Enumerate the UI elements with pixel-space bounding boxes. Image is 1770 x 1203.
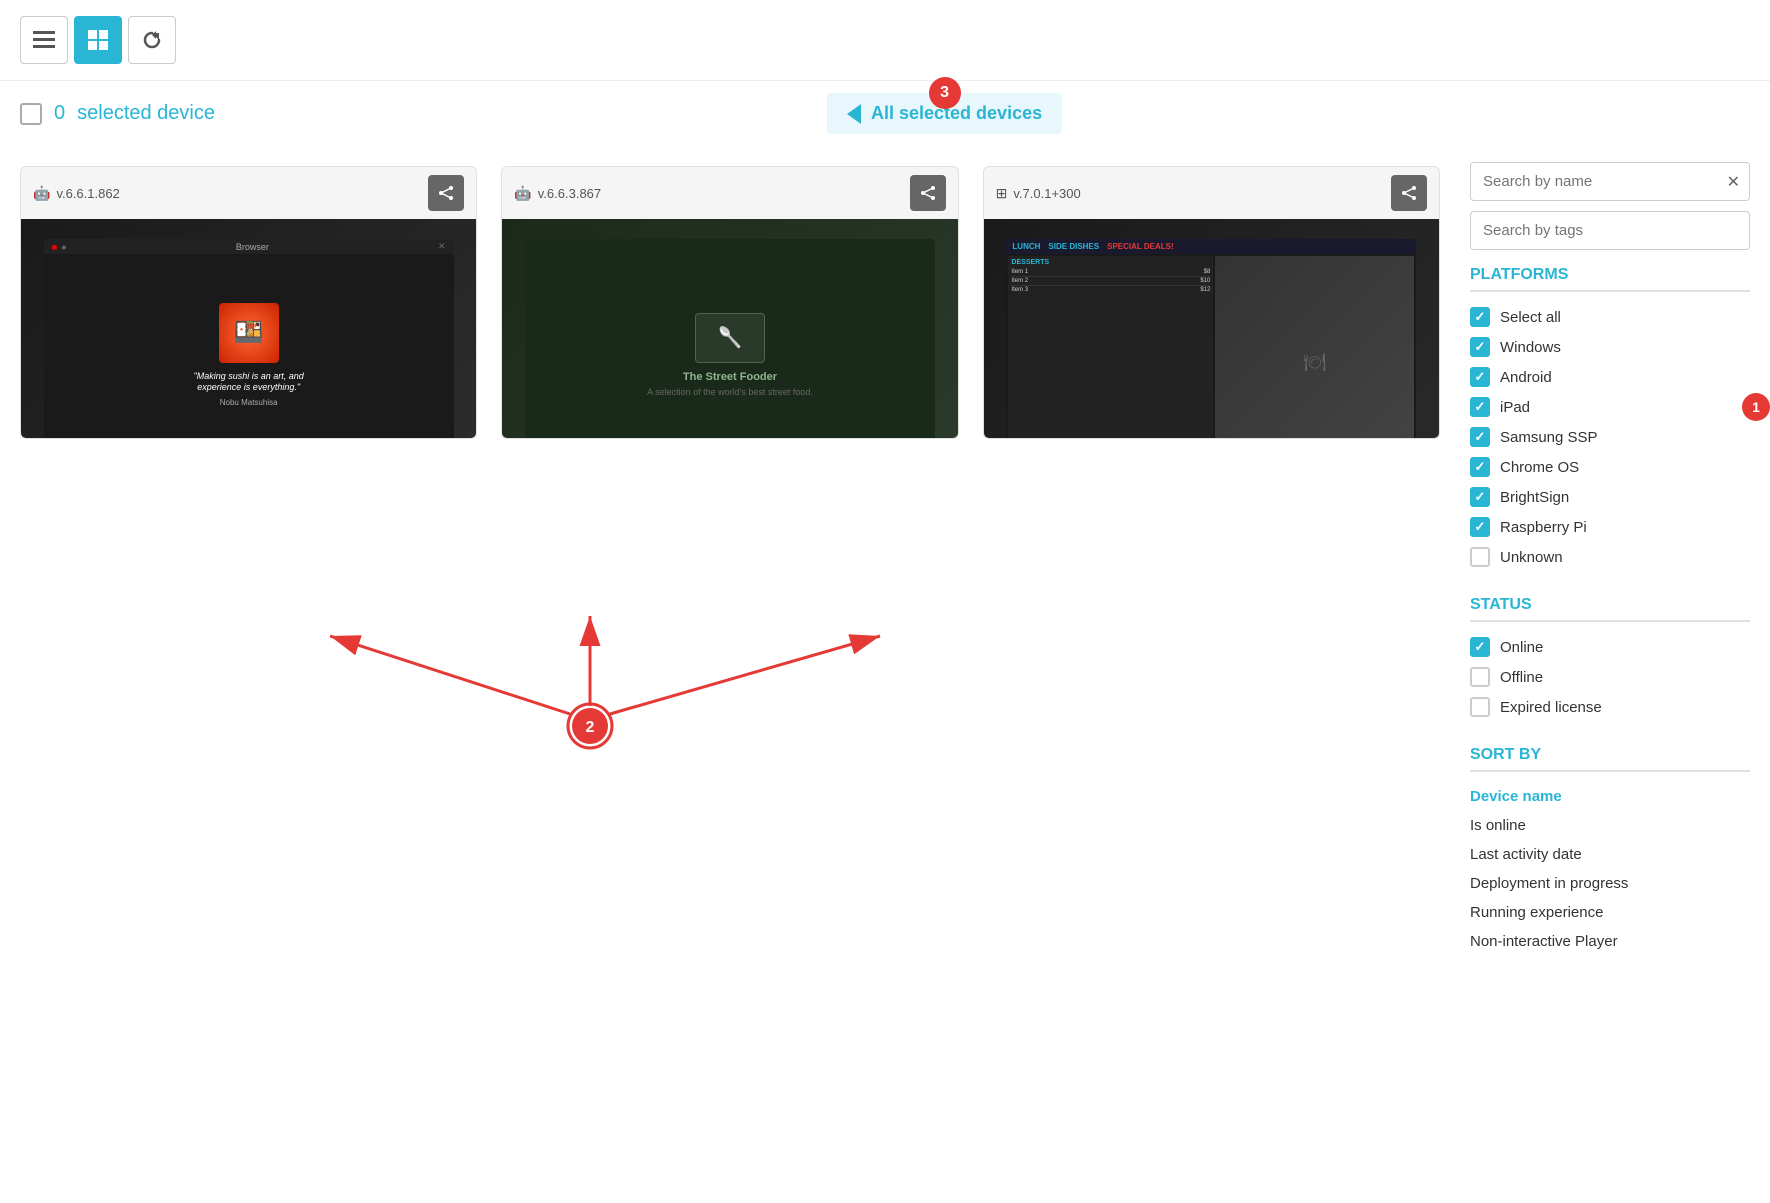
platform-ipad-label: iPad — [1500, 399, 1530, 416]
platform-icon-1: 🤖 — [33, 185, 50, 202]
share-button-1[interactable] — [428, 175, 464, 211]
sort-deployment[interactable]: Deployment in progress — [1470, 869, 1750, 898]
search-tags-input[interactable] — [1470, 211, 1750, 250]
device-version-3: v.7.0.1+300 — [1013, 186, 1080, 201]
platform-select-all[interactable]: Select all — [1470, 302, 1750, 332]
platform-samsung[interactable]: Samsung SSP — [1470, 422, 1750, 452]
platform-windows[interactable]: Windows — [1470, 332, 1750, 362]
status-online-checkbox[interactable] — [1470, 637, 1490, 657]
platform-android[interactable]: Android — [1470, 362, 1750, 392]
toolbar — [0, 0, 1770, 81]
all-selected-devices-button[interactable]: 3 All selected devices — [827, 93, 1062, 134]
platform-raspberrypi-checkbox[interactable] — [1470, 517, 1490, 537]
sort-title: SORT BY — [1470, 746, 1750, 772]
platform-android-label: Android — [1500, 369, 1552, 386]
platform-raspberrypi[interactable]: Raspberry Pi — [1470, 512, 1750, 542]
status-expired[interactable]: Expired license — [1470, 692, 1750, 722]
list-view-button[interactable] — [20, 16, 68, 64]
platform-chromeos-label: Chrome OS — [1500, 459, 1579, 476]
annotation-badge-1: 1 — [1742, 393, 1770, 421]
platform-ipad[interactable]: iPad 1 — [1470, 392, 1750, 422]
platform-windows-checkbox[interactable] — [1470, 337, 1490, 357]
main-layout: 🤖 v.6.6.1.862 ■ ● Browser ✕ — [0, 146, 1770, 996]
status-offline-label: Offline — [1500, 669, 1543, 686]
svg-text:2: 2 — [586, 719, 595, 736]
share-button-2[interactable] — [910, 175, 946, 211]
platform-select-all-label: Select all — [1500, 309, 1561, 326]
device-thumbnail-1: ■ ● Browser ✕ 🍱 "Making sushi is an art,… — [21, 219, 476, 439]
selected-device-count: 0 — [54, 102, 65, 125]
status-online[interactable]: Online — [1470, 632, 1750, 662]
platform-samsung-checkbox[interactable] — [1470, 427, 1490, 447]
platforms-title: PLATFORMS — [1470, 266, 1750, 292]
triangle-icon — [847, 104, 861, 124]
platform-chromeos[interactable]: Chrome OS — [1470, 452, 1750, 482]
platform-chromeos-checkbox[interactable] — [1470, 457, 1490, 477]
sort-is-online[interactable]: Is online — [1470, 811, 1750, 840]
status-section: STATUS Online Offline Expired license — [1470, 596, 1750, 722]
all-selected-label: All selected devices — [871, 103, 1042, 124]
status-offline[interactable]: Offline — [1470, 662, 1750, 692]
platform-android-checkbox[interactable] — [1470, 367, 1490, 387]
sort-last-activity[interactable]: Last activity date — [1470, 840, 1750, 869]
device-card-header-3: ⊞ v.7.0.1+300 — [984, 167, 1439, 219]
platform-unknown[interactable]: Unknown — [1470, 542, 1750, 572]
search-name-clear[interactable]: ✕ — [1727, 172, 1740, 192]
platform-unknown-checkbox[interactable] — [1470, 547, 1490, 567]
search-name-input[interactable] — [1470, 162, 1750, 201]
status-expired-checkbox[interactable] — [1470, 697, 1490, 717]
selected-device-label: selected device — [77, 102, 215, 125]
platform-samsung-label: Samsung SSP — [1500, 429, 1598, 446]
platform-brightsign[interactable]: BrightSign — [1470, 482, 1750, 512]
platform-ipad-checkbox[interactable] — [1470, 397, 1490, 417]
annotation-badge-3: 3 — [929, 77, 961, 109]
platform-unknown-label: Unknown — [1500, 549, 1563, 566]
status-expired-label: Expired license — [1500, 699, 1602, 716]
platform-select-all-checkbox[interactable] — [1470, 307, 1490, 327]
refresh-button[interactable] — [128, 16, 176, 64]
device-card-header-2: 🤖 v.6.6.3.867 — [502, 167, 957, 219]
status-online-label: Online — [1500, 639, 1543, 656]
sidebar: ✕ PLATFORMS Select all Windows Android — [1470, 146, 1750, 996]
selection-bar: 0 selected device 3 All selected devices — [0, 81, 1770, 146]
search-by-name-wrapper: ✕ — [1470, 162, 1750, 201]
sort-device-name[interactable]: Device name — [1470, 782, 1750, 811]
device-version-2: v.6.6.3.867 — [538, 186, 601, 201]
sort-non-interactive[interactable]: Non-interactive Player — [1470, 927, 1750, 956]
status-title: STATUS — [1470, 596, 1750, 622]
platform-icon-3: ⊞ — [996, 185, 1008, 202]
search-by-tags-wrapper — [1470, 211, 1750, 250]
sort-running-experience[interactable]: Running experience — [1470, 898, 1750, 927]
platform-icon-2: 🤖 — [514, 185, 531, 202]
status-offline-checkbox[interactable] — [1470, 667, 1490, 687]
device-thumbnail-2: 🥄 The Street Fooder A selection of the w… — [502, 219, 957, 439]
sort-section: SORT BY Device name Is online Last activ… — [1470, 746, 1750, 956]
platform-windows-label: Windows — [1500, 339, 1561, 356]
select-all-checkbox[interactable] — [20, 103, 42, 125]
device-thumbnail-3: LUNCH SIDE DISHES SPECIAL DEALS! DESSERT… — [984, 219, 1439, 439]
platform-raspberrypi-label: Raspberry Pi — [1500, 519, 1587, 536]
device-version-1: v.6.6.1.862 — [56, 186, 119, 201]
devices-grid: 🤖 v.6.6.1.862 ■ ● Browser ✕ — [20, 146, 1440, 996]
share-button-3[interactable] — [1391, 175, 1427, 211]
grid-view-button[interactable] — [74, 16, 122, 64]
platform-brightsign-label: BrightSign — [1500, 489, 1569, 506]
device-card-2[interactable]: 🤖 v.6.6.3.867 🥄 The Street Fooder A sele… — [501, 166, 958, 439]
platform-brightsign-checkbox[interactable] — [1470, 487, 1490, 507]
device-card-3[interactable]: ⊞ v.7.0.1+300 LUNCH SIDE DISHES SPECIAL … — [983, 166, 1440, 439]
device-card-1[interactable]: 🤖 v.6.6.1.862 ■ ● Browser ✕ — [20, 166, 477, 439]
platforms-section: PLATFORMS Select all Windows Android iPa… — [1470, 266, 1750, 572]
device-card-header-1: 🤖 v.6.6.1.862 — [21, 167, 476, 219]
